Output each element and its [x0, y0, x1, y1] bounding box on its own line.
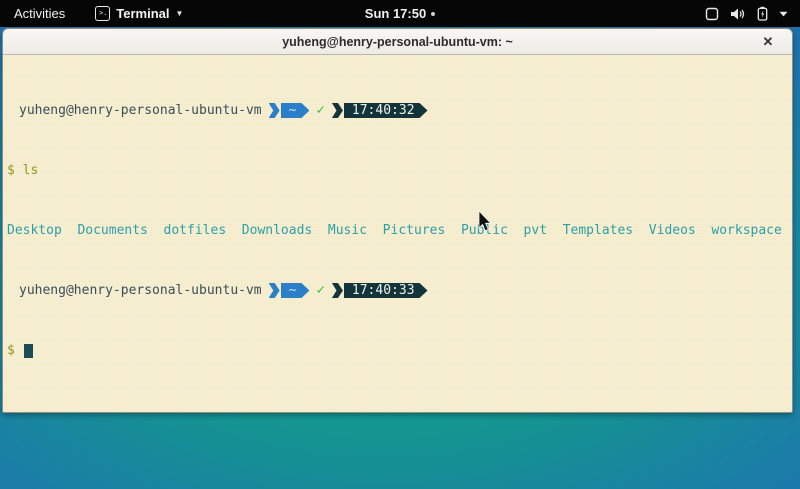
- status-check-icon: ✓: [316, 103, 324, 118]
- tray-chevron-icon: [779, 11, 788, 17]
- battery-charging-icon: [757, 6, 768, 21]
- powerline-chevron-icon: [269, 283, 280, 298]
- screen-icon: [705, 7, 719, 21]
- prompt-path-segment: ~: [281, 103, 310, 118]
- prompt-time-segment: 17:40:32: [344, 103, 428, 118]
- prompt-time-segment: 17:40:33: [344, 283, 428, 298]
- powerline-chevron-icon: [269, 103, 280, 118]
- ls-entries: Desktop Documents dotfiles Downloads Mus…: [7, 223, 782, 238]
- prompt-user-host: yuheng@henry-personal-ubuntu-vm: [19, 103, 262, 118]
- desktop: { "top_bar": { "activities_label": "Acti…: [0, 0, 800, 489]
- volume-icon: [730, 7, 746, 21]
- clock[interactable]: Sun 17:50: [365, 6, 426, 21]
- terminal-app-icon: >.: [95, 6, 110, 21]
- terminal-window: yuheng@henry-personal-ubuntu-vm: ~ ✕ yuh…: [2, 28, 793, 413]
- command-text: ls: [23, 163, 39, 178]
- window-title: yuheng@henry-personal-ubuntu-vm: ~: [282, 35, 513, 49]
- ls-output-line: Desktop Documents dotfiles Downloads Mus…: [7, 223, 788, 238]
- gnome-top-bar: Activities >. Terminal ▼ Sun 17:50: [0, 0, 800, 27]
- powerline-chevron-icon: [332, 103, 343, 118]
- app-menu-terminal[interactable]: >. Terminal ▼: [95, 6, 183, 21]
- activities-button[interactable]: Activities: [10, 6, 69, 21]
- terminal-cursor: [24, 344, 33, 358]
- input-line[interactable]: $: [7, 343, 788, 358]
- typed-command: [15, 163, 23, 178]
- prompt-user-host: yuheng@henry-personal-ubuntu-vm: [19, 283, 262, 298]
- notification-dot: [431, 12, 435, 16]
- system-status-area[interactable]: [705, 6, 788, 21]
- prompt-line-1: yuheng@henry-personal-ubuntu-vm ~ ✓ 17:4…: [7, 103, 788, 118]
- prompt-symbol: $: [7, 343, 15, 358]
- command-line: $ ls: [7, 163, 788, 178]
- app-menu-label: Terminal: [116, 6, 169, 21]
- close-button[interactable]: ✕: [758, 29, 778, 55]
- prompt-path-segment: ~: [281, 283, 310, 298]
- prompt-line-2: yuheng@henry-personal-ubuntu-vm ~ ✓ 17:4…: [7, 283, 788, 298]
- prompt-symbol: $: [7, 163, 15, 178]
- chevron-down-icon: ▼: [176, 9, 184, 18]
- terminal-content[interactable]: yuheng@henry-personal-ubuntu-vm ~ ✓ 17:4…: [3, 55, 792, 412]
- status-check-icon: ✓: [316, 283, 324, 298]
- window-titlebar[interactable]: yuheng@henry-personal-ubuntu-vm: ~ ✕: [3, 29, 792, 55]
- powerline-chevron-icon: [332, 283, 343, 298]
